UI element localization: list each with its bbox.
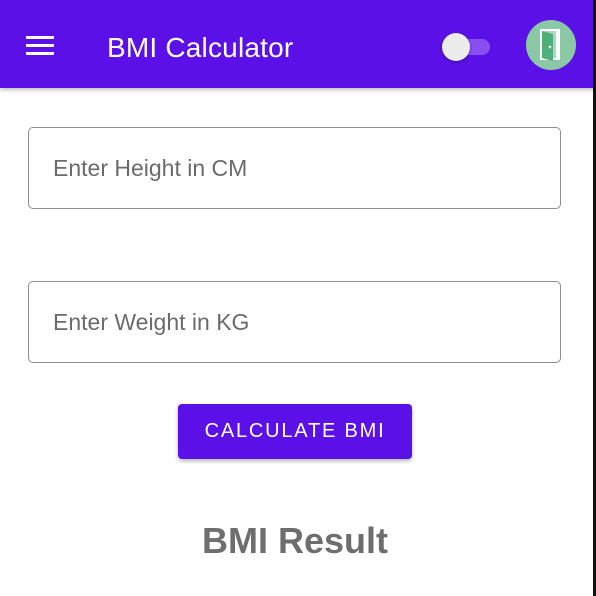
hamburger-menu-icon[interactable] — [26, 36, 56, 56]
weight-input[interactable] — [29, 282, 560, 362]
avatar[interactable] — [526, 20, 576, 70]
weight-field[interactable] — [28, 281, 561, 363]
switch-thumb — [442, 33, 470, 61]
app-bar: BMI Calculator — [0, 0, 596, 88]
height-input[interactable] — [29, 128, 560, 208]
door-icon — [540, 29, 560, 61]
calculate-bmi-button[interactable]: CALCULATE BMI — [178, 404, 412, 459]
height-field[interactable] — [28, 127, 561, 209]
theme-toggle-switch[interactable] — [442, 33, 492, 61]
bmi-result-heading: BMI Result — [201, 520, 388, 561]
app-title: BMI Calculator — [107, 32, 294, 63]
